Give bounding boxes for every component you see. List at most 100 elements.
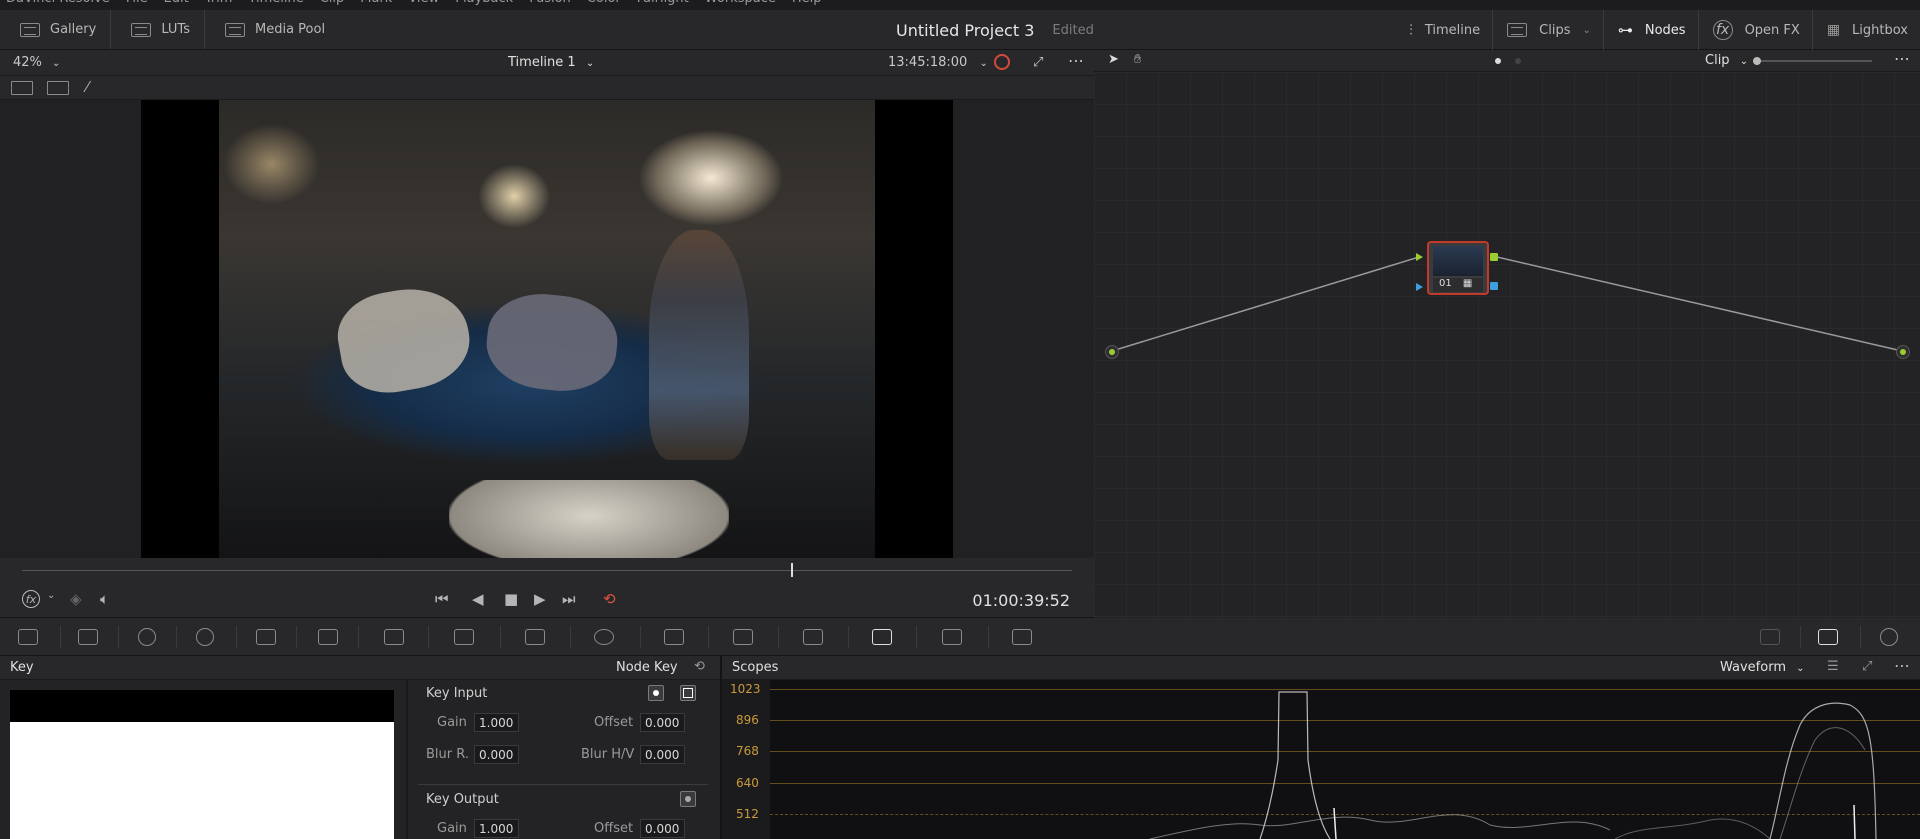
menu-fusion[interactable]: Fusion [529, 0, 571, 9]
menu-clip[interactable]: Clip [320, 0, 345, 9]
more-options-icon[interactable]: ⋯ [1894, 49, 1910, 68]
loop-icon[interactable]: ⟲ [603, 590, 616, 608]
lightbox-toggle[interactable]: ▦ Lightbox [1813, 10, 1920, 50]
key-input-mask-toggle[interactable] [680, 685, 696, 701]
media-pool-button[interactable]: Media Pool [205, 10, 339, 49]
luts-button[interactable]: LUTs [111, 10, 205, 49]
menu-app[interactable]: DaVinci Resolve [6, 0, 110, 9]
tracker-icon[interactable] [664, 629, 684, 645]
qualifier-icon[interactable] [525, 629, 545, 645]
menu-timeline[interactable]: Timeline [248, 0, 303, 9]
3d-icon[interactable] [1012, 629, 1032, 645]
node-rgb-output-port[interactable] [1490, 253, 1498, 261]
key-input-blur-radius-field[interactable]: 0.000 [474, 745, 519, 764]
hand-tool-icon[interactable]: ✋︎ [1134, 52, 1141, 67]
gain-label: Gain [437, 821, 467, 836]
output-port[interactable] [1896, 345, 1910, 359]
key-icon[interactable] [872, 629, 892, 645]
color-match-icon[interactable] [78, 629, 98, 645]
menu-workspace[interactable]: Workspace [705, 0, 776, 9]
node-alpha-output-port[interactable] [1490, 282, 1498, 290]
zoom-dropdown[interactable]: 42% ⌄ [13, 55, 60, 70]
more-options-icon[interactable]: ⋯ [1068, 51, 1084, 70]
blur-radius-label: Blur R. [426, 747, 469, 762]
scope-mode-dropdown[interactable]: Waveform ⌄ [1720, 660, 1805, 675]
key-output-invert-toggle[interactable] [680, 791, 696, 807]
menu-edit[interactable]: Edit [164, 0, 189, 9]
key-input-offset-field[interactable]: 0.000 [640, 713, 685, 732]
playhead[interactable] [790, 563, 793, 577]
nodes-toggle[interactable]: ⊶ Nodes [1604, 10, 1699, 50]
timeline-selector[interactable]: Timeline 1 ⌄ [508, 55, 594, 70]
stop-icon[interactable]: ■ [504, 590, 518, 608]
node-graph[interactable]: 01 ▦ [1094, 72, 1920, 618]
menu-trim[interactable]: Trim [205, 0, 233, 9]
single-viewer-icon[interactable] [11, 81, 33, 95]
play-reverse-icon[interactable]: ◀︎ [472, 590, 484, 608]
menu-mark[interactable]: Mark [360, 0, 392, 9]
menu-help[interactable]: Help [792, 0, 822, 9]
layers-icon[interactable]: ◈ [70, 590, 82, 608]
chevron-down-icon[interactable]: ⌄ [47, 590, 55, 601]
slider-handle[interactable] [1753, 57, 1761, 65]
curves-icon[interactable] [384, 629, 404, 645]
split-viewer-icon[interactable] [47, 81, 69, 95]
window-icon[interactable] [594, 629, 614, 645]
page-indicator-active[interactable] [1495, 58, 1501, 64]
go-to-end-icon[interactable]: ⏭︎ [562, 590, 576, 608]
pointer-tool-icon[interactable]: ➤ [1108, 52, 1119, 67]
reset-icon[interactable]: ⟲ [694, 659, 705, 674]
key-input-invert-toggle[interactable] [648, 685, 664, 701]
more-options-icon[interactable]: ⋯ [1894, 656, 1910, 675]
play-icon[interactable]: ▶︎ [534, 590, 546, 608]
color-wheel-icon[interactable] [994, 54, 1010, 70]
node-zoom-slider[interactable] [1753, 57, 1872, 65]
menu-fairlight[interactable]: Fairlight [637, 0, 689, 9]
key-output-offset-field[interactable]: 0.000 [640, 819, 685, 838]
camera-raw-icon[interactable] [18, 629, 38, 645]
corrector-node-01[interactable]: 01 ▦ [1427, 241, 1489, 295]
speaker-icon[interactable]: 🔈︎ [100, 590, 109, 608]
key-panel: Key Node Key ⟲ Key Input Gain 1.000 Offs… [0, 656, 720, 839]
timeline-toggle[interactable]: ⫶ Timeline [1395, 10, 1494, 50]
scopes-panel: Scopes Waveform ⌄ ☰ ⤢ ⋯ 1023 896 768 640… [720, 656, 1920, 839]
rgb-mixer-icon[interactable] [256, 629, 276, 645]
sizing-icon[interactable] [942, 629, 962, 645]
key-output-gain-field[interactable]: 1.000 [474, 819, 519, 838]
blur-icon[interactable] [803, 629, 823, 645]
color-warper-icon[interactable] [454, 629, 474, 645]
page-indicator[interactable] [1515, 58, 1521, 64]
key-input-gain-field[interactable]: 1.000 [474, 713, 519, 732]
scope-settings-icon[interactable]: ☰ [1827, 659, 1839, 674]
fullscreen-icon[interactable]: ⤢ [1862, 659, 1872, 674]
menu-color[interactable]: Color [587, 0, 621, 9]
fx-bypass-icon[interactable]: fx [22, 590, 40, 608]
hdr-wheels-icon[interactable] [196, 628, 214, 646]
output-connection [1496, 256, 1903, 352]
waveform-display[interactable] [770, 680, 1920, 839]
gallery-button[interactable]: Gallery [0, 10, 112, 49]
motion-effects-icon[interactable] [318, 629, 338, 645]
source-input-port[interactable] [1105, 345, 1119, 359]
video-viewer[interactable] [0, 100, 1094, 570]
video-frame[interactable] [219, 100, 875, 570]
menu-view[interactable]: View [408, 0, 439, 9]
fullscreen-icon[interactable]: ⤢ [1033, 55, 1043, 70]
key-input-blur-hv-field[interactable]: 0.000 [640, 745, 685, 764]
keyframes-icon[interactable] [1760, 629, 1780, 645]
scrub-bar[interactable] [22, 570, 1072, 571]
go-to-start-icon[interactable]: ⏮︎ [435, 590, 449, 608]
menu-file[interactable]: File [126, 0, 148, 9]
color-wheels-icon[interactable] [138, 628, 156, 646]
scopes-icon[interactable] [1818, 629, 1838, 645]
magic-wand-icon[interactable]: ⁄ [86, 78, 89, 96]
magic-mask-icon[interactable] [733, 629, 753, 645]
source-timecode-dropdown[interactable]: 13:45:18:00 ⌄ [888, 55, 988, 70]
info-icon[interactable] [1880, 628, 1898, 646]
menu-playback[interactable]: Playback [455, 0, 513, 9]
clips-toggle[interactable]: Clips ⌄ [1493, 10, 1604, 50]
open-fx-toggle[interactable]: fx Open FX [1699, 10, 1813, 50]
fx-icon: fx [1712, 20, 1733, 40]
node-mode-dropdown[interactable]: Clip ⌄ [1705, 53, 1748, 68]
node-label: 01 ▦ [1433, 278, 1483, 292]
